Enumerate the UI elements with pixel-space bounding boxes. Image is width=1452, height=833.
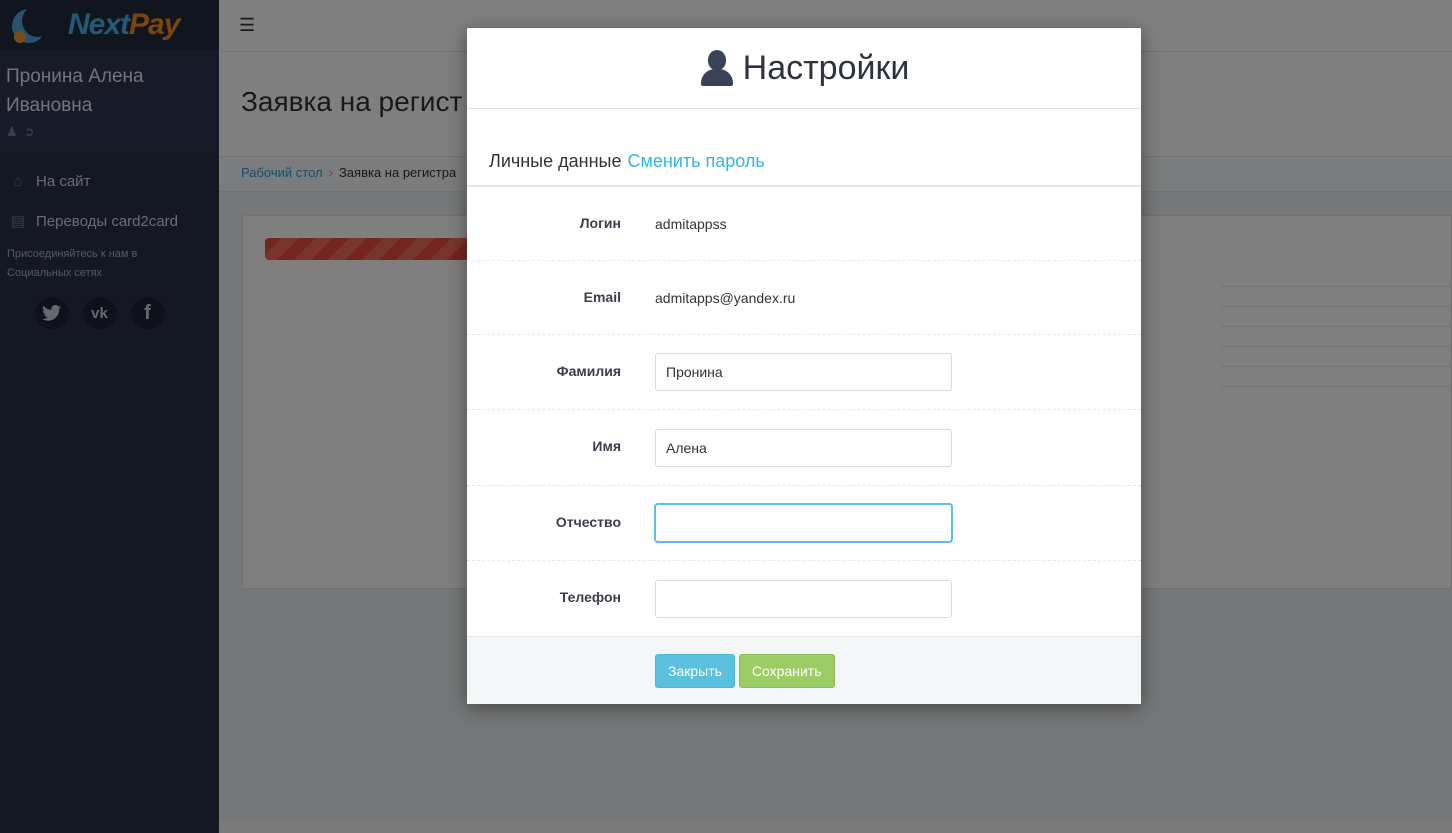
modal-header: Настройки xyxy=(467,28,1141,109)
modal-tabs: Личные данные Сменить пароль xyxy=(467,109,1141,187)
close-button[interactable]: Закрыть xyxy=(655,654,735,688)
phone-label: Телефон xyxy=(559,589,621,605)
lastname-label: Фамилия xyxy=(556,363,621,379)
login-label: Логин xyxy=(579,215,621,231)
firstname-label: Имя xyxy=(592,438,621,454)
tab-personal-data[interactable]: Личные данные xyxy=(489,151,621,171)
firstname-field[interactable] xyxy=(655,428,952,467)
email-label: Email xyxy=(583,289,621,305)
email-value: admitapps@yandex.ru xyxy=(655,290,796,306)
login-value: admitappss xyxy=(655,216,727,232)
middlename-field[interactable] xyxy=(655,504,952,542)
email-row: Email admitapps@yandex.ru xyxy=(467,261,1141,335)
save-button[interactable]: Сохранить xyxy=(738,654,835,688)
lastname-row: Фамилия xyxy=(467,335,1141,410)
phone-field[interactable] xyxy=(655,580,952,618)
settings-modal: Настройки Личные данные Сменить пароль Ло… xyxy=(467,28,1141,704)
lastname-field[interactable] xyxy=(655,353,952,391)
modal-footer: Закрыть Сохранить xyxy=(467,636,1141,704)
tab-change-password[interactable]: Сменить пароль xyxy=(627,151,764,171)
user-icon xyxy=(699,50,735,86)
login-row: Логин admitappss xyxy=(467,187,1141,261)
middlename-row: Отчество xyxy=(467,486,1141,561)
phone-row: Телефон xyxy=(467,561,1141,637)
modal-title: Настройки xyxy=(699,49,909,88)
firstname-row: Имя xyxy=(467,410,1141,486)
middlename-label: Отчество xyxy=(555,514,621,530)
